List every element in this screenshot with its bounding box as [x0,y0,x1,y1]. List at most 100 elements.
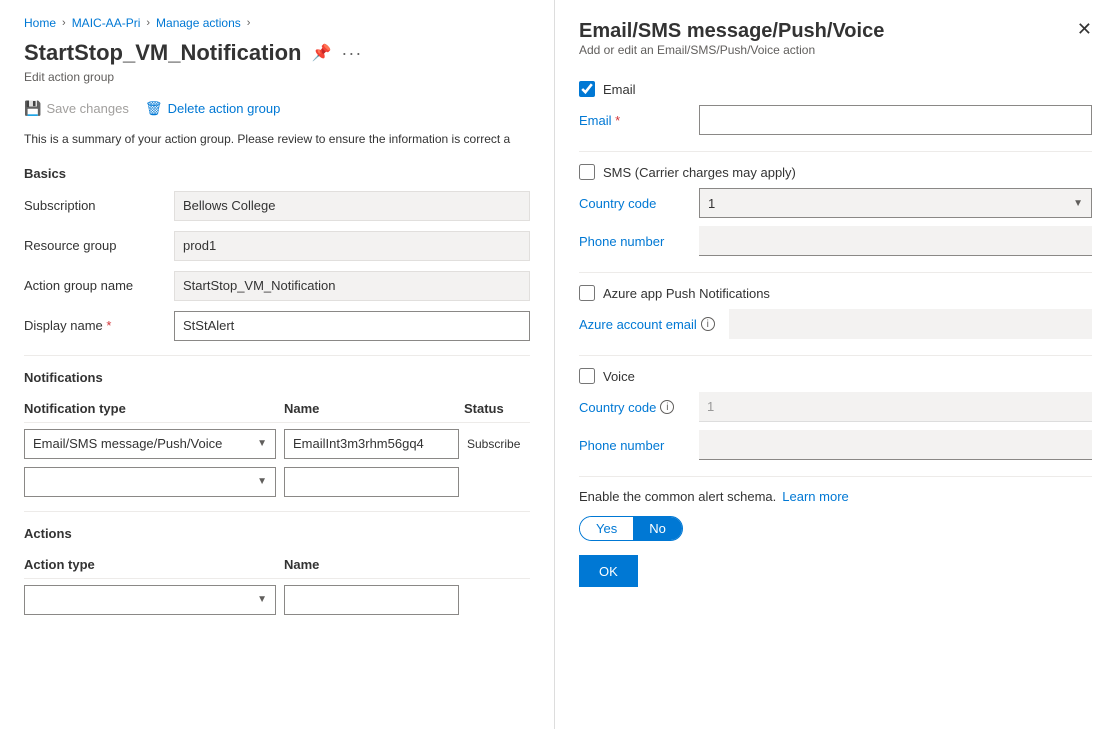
push-checkbox[interactable] [579,285,595,301]
voice-phone-label: Phone number [579,438,689,453]
email-input[interactable] [699,105,1092,135]
left-panel: Home › MAIC-AA-Pri › Manage actions › St… [0,0,555,729]
breadcrumb-maic[interactable]: MAIC-AA-Pri [72,16,141,30]
sms-phone-row: Phone number [579,226,1092,256]
delete-button[interactable]: 🗑 Delete action group [145,100,281,117]
col-header-action-name: Name [284,557,464,572]
notifications-table-header: Notification type Name Status [24,395,530,423]
actions-table-header: Action type Name [24,551,530,579]
action-name-input-1[interactable] [284,585,459,615]
display-name-field-row: Display name * [24,311,530,341]
notification-row-1: Email/SMS message/Push/Voice ▼ Subscribe [24,429,530,459]
sms-country-select[interactable]: 1 ▼ [699,188,1092,218]
basics-section-title: Basics [24,166,530,181]
actions-section-title: Actions [24,526,530,541]
sms-checkbox-label[interactable]: SMS (Carrier charges may apply) [603,165,796,180]
panel-header: Email/SMS message/Push/Voice Add or edit… [579,20,1092,77]
sms-checkbox[interactable] [579,164,595,180]
voice-country-input[interactable] [699,392,1092,422]
info-icon[interactable]: i [701,317,715,331]
action-row-1: ▼ [24,585,530,615]
chevron-down-icon: ▼ [257,594,267,605]
breadcrumb: Home › MAIC-AA-Pri › Manage actions › [24,16,530,30]
voice-country-row: Country code i [579,392,1092,422]
action-group-name-value: StartStop_VM_Notification [174,271,530,301]
actions-section: Actions Action type Name ▼ [24,526,530,615]
resource-group-value: prod1 [174,231,530,261]
close-button[interactable]: ✕ [1077,20,1092,38]
chevron-down-icon: ▼ [257,476,267,487]
more-options-icon[interactable]: ··· [341,43,362,64]
action-type-select-1[interactable]: ▼ [24,585,276,615]
voice-checkbox-label[interactable]: Voice [603,369,635,384]
email-required-marker: * [615,113,620,128]
divider-2 [24,511,530,512]
required-marker: * [106,318,111,333]
push-checkbox-label[interactable]: Azure app Push Notifications [603,286,770,301]
email-checkbox-row: Email [579,81,1092,97]
notification-type-select-2[interactable]: ▼ [24,467,276,497]
divider-email-sms [579,151,1092,152]
divider-push-voice [579,355,1092,356]
breadcrumb-manage[interactable]: Manage actions [156,16,241,30]
display-name-input[interactable] [174,311,530,341]
breadcrumb-sep2: › [146,17,150,29]
push-checkbox-row: Azure app Push Notifications [579,285,1092,301]
voice-checkbox[interactable] [579,368,595,384]
email-section: Email Email * [579,81,1092,135]
azure-push-section: Azure app Push Notifications Azure accou… [579,285,1092,339]
yes-no-toggle: Yes No [579,516,683,541]
subscription-value: Bellows College [174,191,530,221]
notification-type-select-1[interactable]: Email/SMS message/Push/Voice ▼ [24,429,276,459]
ok-button[interactable]: OK [579,555,638,587]
subscription-field-row: Subscription Bellows College [24,191,530,221]
toggle-yes[interactable]: Yes [580,517,633,540]
notifications-section: Notifications Notification type Name Sta… [24,370,530,497]
divider-1 [24,355,530,356]
voice-info-icon[interactable]: i [660,400,674,414]
azure-account-label: Azure account email i [579,317,719,332]
divider-sms-push [579,272,1092,273]
resource-group-label: Resource group [24,238,174,253]
panel-title-block: Email/SMS message/Push/Voice Add or edit… [579,20,884,77]
save-icon: 💾 [24,100,41,117]
email-checkbox-label[interactable]: Email [603,82,636,97]
subscription-label: Subscription [24,198,174,213]
breadcrumb-sep1: › [62,17,66,29]
display-name-label: Display name * [24,318,174,333]
azure-account-input[interactable] [729,309,1092,339]
chevron-down-icon: ▼ [257,438,267,449]
delete-icon: 🗑 [145,100,163,117]
email-field-row: Email * [579,105,1092,135]
toggle-no[interactable]: No [633,517,682,540]
resource-group-field-row: Resource group prod1 [24,231,530,261]
col-header-type: Notification type [24,401,284,416]
breadcrumb-home[interactable]: Home [24,16,56,30]
sms-checkbox-row: SMS (Carrier charges may apply) [579,164,1092,180]
save-button[interactable]: 💾 Save changes [24,100,129,117]
pin-icon[interactable]: 📌 [311,43,331,63]
sms-section: SMS (Carrier charges may apply) Country … [579,164,1092,256]
toolbar: 💾 Save changes 🗑 Delete action group [24,100,530,117]
email-checkbox[interactable] [579,81,595,97]
voice-section: Voice Country code i Phone number [579,368,1092,460]
sms-country-row: Country code 1 ▼ [579,188,1092,218]
page-subtitle: Edit action group [24,70,530,84]
panel-title: Email/SMS message/Push/Voice [579,20,884,43]
divider-voice-schema [579,476,1092,477]
email-field-label: Email * [579,113,689,128]
col-header-status: Status [464,401,504,416]
notification-name-input-2[interactable] [284,467,459,497]
notification-name-input-1[interactable] [284,429,459,459]
page-title: StartStop_VM_Notification [24,40,301,66]
panel-subtitle: Add or edit an Email/SMS/Push/Voice acti… [579,43,884,57]
learn-more-link[interactable]: Learn more [782,489,848,504]
sms-phone-input[interactable] [699,226,1092,256]
action-group-name-label: Action group name [24,278,174,293]
right-panel: Email/SMS message/Push/Voice Add or edit… [555,0,1116,729]
col-header-action-type: Action type [24,557,284,572]
notification-status-1: Subscribe [467,437,520,451]
sms-country-code-label: Country code [579,196,689,211]
voice-country-label: Country code i [579,400,689,415]
voice-phone-input[interactable] [699,430,1092,460]
